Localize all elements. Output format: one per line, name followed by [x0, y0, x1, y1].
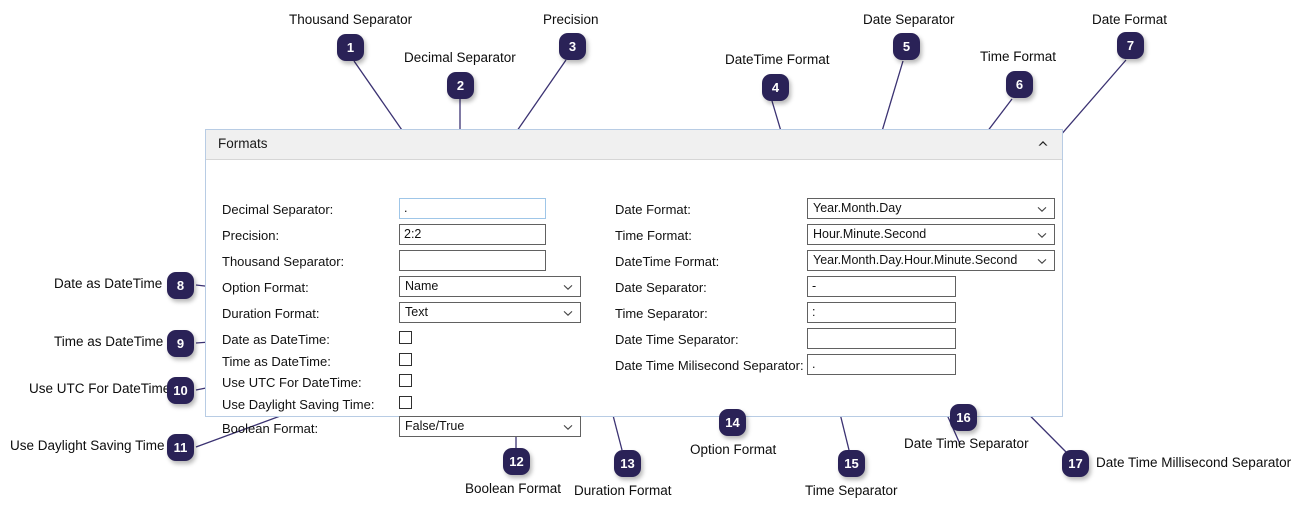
input-decimal-separator[interactable]: . — [399, 198, 546, 219]
select-time-format[interactable]: Hour.Minute.Second — [807, 224, 1055, 245]
callout-label-11: Use Daylight Saving Time — [10, 438, 165, 453]
callout-label-7: Date Format — [1092, 12, 1168, 27]
callout-badge-8[interactable]: 8 — [167, 272, 194, 299]
label-option-format: Option Format: — [222, 280, 309, 295]
select-datetime-format-value: Year.Month.Day.Hour.Minute.Second — [813, 253, 1018, 267]
label-date-time-milisecond-separator: Date Time Milisecond Separator: — [615, 358, 804, 373]
chevron-down-icon — [562, 421, 574, 433]
input-time-separator[interactable]: : — [807, 302, 956, 323]
label-time-as-datetime: Time as DateTime: — [222, 354, 331, 369]
callout-badge-6[interactable]: 6 — [1006, 71, 1033, 98]
callout-badge-10[interactable]: 10 — [167, 377, 194, 404]
callout-label-14: Option Format — [690, 442, 777, 457]
select-date-format[interactable]: Year.Month.Day — [807, 198, 1055, 219]
select-time-format-value: Hour.Minute.Second — [813, 227, 927, 241]
chevron-down-icon — [1036, 229, 1048, 241]
callout-badge-1[interactable]: 1 — [337, 34, 364, 61]
chevron-down-icon — [562, 281, 574, 293]
callout-badge-13[interactable]: 13 — [614, 450, 641, 477]
input-precision[interactable]: 2:2 — [399, 224, 546, 245]
callout-label-6: Time Format — [980, 49, 1057, 64]
callout-badge-17[interactable]: 17 — [1062, 450, 1089, 477]
select-option-format[interactable]: Name — [399, 276, 581, 297]
callout-badge-3[interactable]: 3 — [559, 33, 586, 60]
callout-badge-2[interactable]: 2 — [447, 72, 474, 99]
label-duration-format: Duration Format: — [222, 306, 320, 321]
callout-badge-11[interactable]: 11 — [167, 434, 194, 461]
callout-badge-15[interactable]: 15 — [838, 450, 865, 477]
chevron-down-icon — [562, 307, 574, 319]
checkbox-use-daylight-saving-time[interactable] — [399, 396, 412, 409]
select-duration-format[interactable]: Text — [399, 302, 581, 323]
label-date-separator: Date Separator: — [615, 280, 707, 295]
checkbox-time-as-datetime[interactable] — [399, 353, 412, 366]
select-date-format-value: Year.Month.Day — [813, 201, 902, 215]
callout-label-17: Date Time Millisecond Separator — [1096, 455, 1292, 470]
callout-badge-4[interactable]: 4 — [762, 74, 789, 101]
input-date-time-separator[interactable] — [807, 328, 956, 349]
page-title: Formats — [218, 136, 268, 151]
label-date-format: Date Format: — [615, 202, 691, 217]
select-duration-format-value: Text — [405, 305, 428, 319]
label-precision: Precision: — [222, 228, 280, 243]
callout-label-2: Decimal Separator — [404, 50, 516, 65]
callout-label-4: DateTime Format — [725, 52, 830, 67]
callout-label-10: Use UTC For DateTime — [29, 381, 171, 396]
callout-badge-9[interactable]: 9 — [167, 330, 194, 357]
label-time-format: Time Format: — [615, 228, 692, 243]
callout-label-13: Duration Format — [574, 483, 672, 498]
callout-badge-5[interactable]: 5 — [893, 33, 920, 60]
label-boolean-format: Boolean Format: — [222, 421, 319, 436]
screenshot-root: Formats Decimal Separator: . Precision: … — [0, 0, 1299, 514]
checkbox-use-utc-for-datetime[interactable] — [399, 374, 412, 387]
formats-panel-header[interactable]: Formats — [206, 130, 1062, 160]
label-time-separator: Time Separator: — [615, 306, 708, 321]
label-date-time-separator: Date Time Separator: — [615, 332, 739, 347]
input-date-time-milisecond-separator[interactable]: . — [807, 354, 956, 375]
label-decimal-separator: Decimal Separator: — [222, 202, 334, 217]
input-date-separator[interactable]: - — [807, 276, 956, 297]
input-thousand-separator[interactable] — [399, 250, 546, 271]
select-option-format-value: Name — [405, 279, 439, 293]
callout-label-3: Precision — [543, 12, 599, 27]
formats-panel-body: Decimal Separator: . Precision: 2:2 Thou… — [206, 160, 1062, 437]
callout-badge-7[interactable]: 7 — [1117, 32, 1144, 59]
formats-panel: Formats Decimal Separator: . Precision: … — [205, 129, 1063, 437]
callout-label-1: Thousand Separator — [289, 12, 413, 27]
label-date-as-datetime: Date as DateTime: — [222, 332, 330, 347]
callout-label-16: Date Time Separator — [904, 436, 1029, 451]
callout-label-15: Time Separator — [805, 483, 898, 498]
checkbox-date-as-datetime[interactable] — [399, 331, 412, 344]
label-use-utc-for-datetime: Use UTC For DateTime: — [222, 375, 362, 390]
select-boolean-format-value: False/True — [405, 419, 465, 433]
select-boolean-format[interactable]: False/True — [399, 416, 581, 437]
callout-label-8: Date as DateTime — [54, 276, 163, 291]
callout-label-12: Boolean Format — [465, 481, 562, 496]
callout-label-5: Date Separator — [863, 12, 955, 27]
chevron-down-icon — [1036, 203, 1048, 215]
callout-label-9: Time as DateTime — [54, 334, 164, 349]
label-datetime-format: DateTime Format: — [615, 254, 720, 269]
callout-badge-12[interactable]: 12 — [503, 448, 530, 475]
chevron-down-icon — [1036, 255, 1048, 267]
chevron-up-icon[interactable] — [1034, 134, 1052, 152]
label-use-daylight-saving-time: Use Daylight Saving Time: — [222, 397, 375, 412]
select-datetime-format[interactable]: Year.Month.Day.Hour.Minute.Second — [807, 250, 1055, 271]
callout-badge-16[interactable]: 16 — [950, 404, 977, 431]
label-thousand-separator: Thousand Separator: — [222, 254, 345, 269]
callout-badge-14[interactable]: 14 — [719, 409, 746, 436]
